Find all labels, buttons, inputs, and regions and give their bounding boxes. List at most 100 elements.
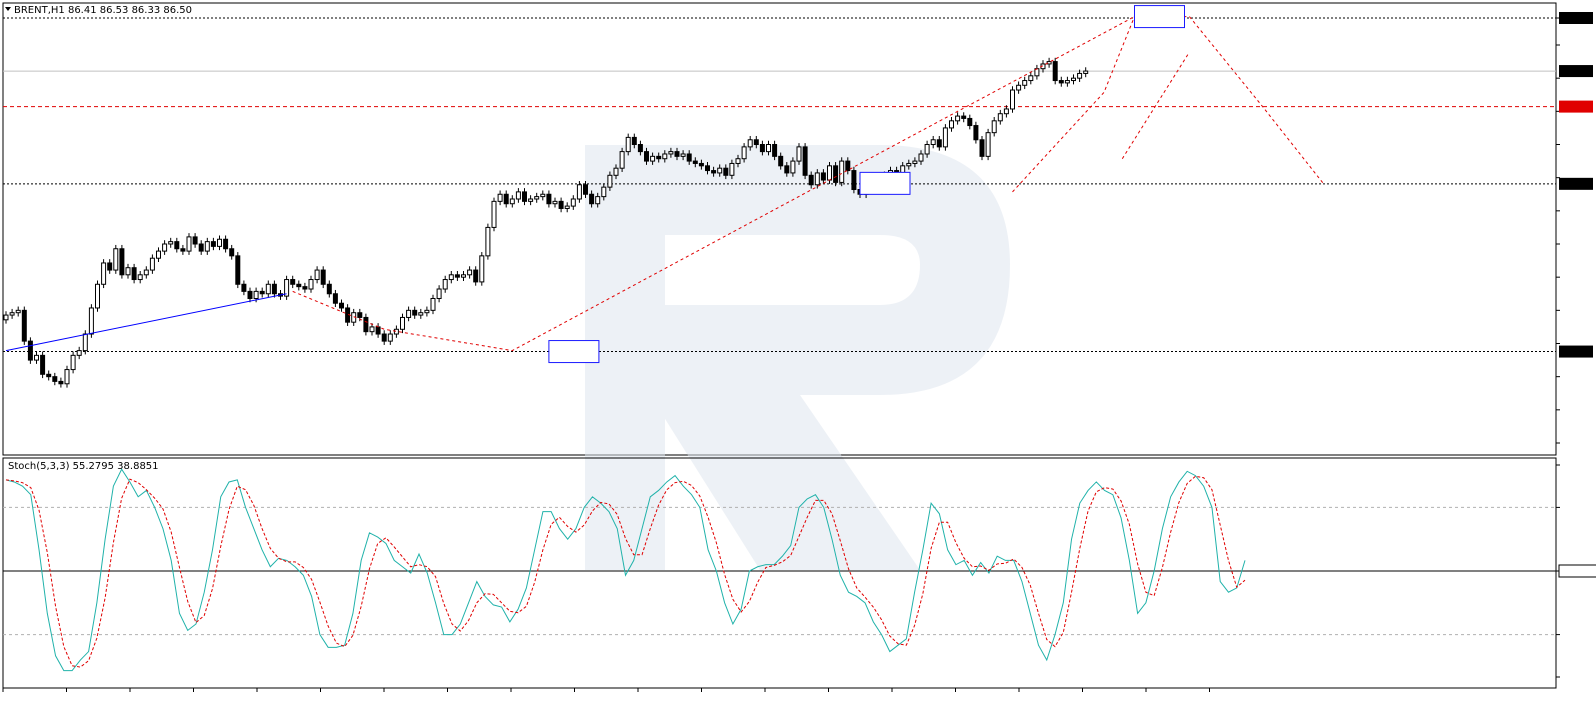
candle-body xyxy=(137,274,143,281)
candle-body xyxy=(601,186,607,198)
candle-body xyxy=(448,274,454,281)
candle-body xyxy=(357,312,363,318)
candle-body xyxy=(686,153,692,162)
candle-body xyxy=(381,333,387,342)
candle-body xyxy=(759,144,765,153)
candle-body xyxy=(705,165,710,172)
watermark-logo xyxy=(585,145,1010,570)
candle-body xyxy=(302,286,308,290)
candle-body xyxy=(497,193,503,202)
candle-body xyxy=(827,165,832,181)
candle-body xyxy=(967,117,973,127)
candle-body xyxy=(271,283,277,295)
candle-body xyxy=(467,269,473,276)
stochastic-title: Stoch(5,3,3) 55.2795 38.8851 xyxy=(8,461,159,472)
candle-body xyxy=(784,165,790,174)
candle-body xyxy=(698,162,704,167)
candle-body xyxy=(1058,80,1064,84)
candle-body xyxy=(515,191,521,200)
candle-body xyxy=(210,241,216,247)
candle-body xyxy=(192,236,198,245)
candle-body xyxy=(491,200,497,228)
candle-body xyxy=(997,113,1003,122)
candle-body xyxy=(186,236,192,252)
candle-body xyxy=(119,248,125,276)
candle-body xyxy=(717,167,723,174)
candle-body xyxy=(479,255,485,283)
candle-body xyxy=(21,309,27,342)
candle-body xyxy=(522,191,527,202)
stochastic-level-tag xyxy=(1558,564,1596,578)
candle-body xyxy=(1016,84,1022,91)
candle-body xyxy=(1052,61,1058,82)
candle-body xyxy=(326,283,332,295)
candle-body xyxy=(3,314,9,321)
candle-body xyxy=(1028,75,1034,82)
candle-body xyxy=(973,125,979,141)
price-level-tag xyxy=(1559,177,1593,190)
wave-path xyxy=(1012,16,1135,193)
candle-body xyxy=(393,328,399,335)
candle-body xyxy=(814,172,820,186)
chart: BRENT,H1 86.41 86.53 86.33 86.50 Stoch(5… xyxy=(2,2,1596,692)
candle-body xyxy=(296,283,302,288)
candle-body xyxy=(229,248,235,257)
candle-body xyxy=(88,307,94,335)
chart-title: BRENT,H1 86.41 86.53 86.33 86.50 xyxy=(14,5,192,16)
candle-body xyxy=(650,155,656,162)
candle-body xyxy=(70,354,76,371)
candle-body xyxy=(833,165,839,183)
candle-body xyxy=(143,269,149,276)
candle-body xyxy=(27,340,33,361)
candle-body xyxy=(107,262,113,271)
candle-body xyxy=(217,238,222,247)
candle-body xyxy=(985,132,991,157)
candle-body xyxy=(454,274,460,278)
candle-body xyxy=(680,153,686,157)
candle-body xyxy=(363,316,369,333)
candle-body xyxy=(406,309,412,318)
candle-body xyxy=(942,127,948,148)
candle-body xyxy=(540,193,546,198)
candle-body xyxy=(692,160,698,164)
candle-body xyxy=(607,174,613,188)
candle-body xyxy=(162,243,168,252)
candle-body xyxy=(662,153,668,160)
candle-body xyxy=(576,184,582,200)
candle-body xyxy=(583,184,588,195)
candle-body xyxy=(1022,80,1028,86)
level-box xyxy=(859,171,911,195)
candle-body xyxy=(9,312,15,316)
candle-body xyxy=(375,326,381,335)
price-level-tag xyxy=(1559,345,1593,358)
candle-body xyxy=(552,200,558,205)
candle-body xyxy=(34,354,39,361)
candle-body xyxy=(613,167,619,176)
title-triangle-icon[interactable] xyxy=(5,7,11,11)
candle-body xyxy=(308,279,314,290)
candle-body xyxy=(174,241,180,250)
price-level-tag xyxy=(1559,65,1593,78)
candle-body xyxy=(461,274,466,278)
candle-body xyxy=(430,297,436,311)
candle-body xyxy=(955,115,961,122)
candle-body xyxy=(125,267,131,276)
candle-body xyxy=(930,139,936,146)
candle-body xyxy=(851,170,857,191)
candle-body xyxy=(290,279,296,285)
candle-body xyxy=(58,380,64,385)
candle-body xyxy=(637,144,643,153)
candle-body xyxy=(436,288,442,299)
candle-body xyxy=(753,139,759,146)
candle-body xyxy=(369,326,375,333)
candle-body xyxy=(76,350,82,356)
candle-body xyxy=(387,333,393,342)
candle-body xyxy=(619,151,625,169)
candle-body xyxy=(808,174,814,186)
candle-body xyxy=(778,155,784,167)
candle-body xyxy=(247,290,253,299)
candle-body xyxy=(485,226,491,257)
candle-body xyxy=(339,302,344,309)
candle-body xyxy=(790,160,796,174)
candle-body xyxy=(991,120,997,134)
